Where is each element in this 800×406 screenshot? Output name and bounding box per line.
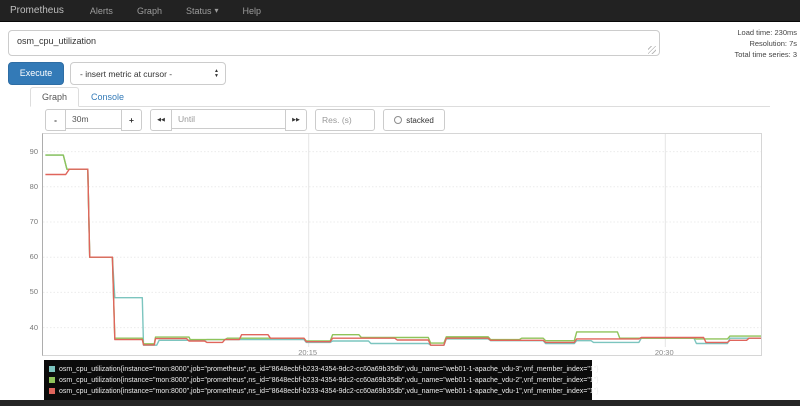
- y-tick-label: 50: [14, 287, 38, 296]
- execute-button[interactable]: Execute: [8, 62, 64, 85]
- brand-prometheus[interactable]: Prometheus: [0, 5, 78, 16]
- series-swatch-teal: [49, 366, 55, 372]
- nav-item-status[interactable]: Status ▾: [174, 6, 231, 16]
- y-tick-label: 80: [14, 182, 38, 191]
- graph-console-tabs: Graph Console: [30, 88, 770, 107]
- chart-legend: osm_cpu_utilization{instance="mon:8000",…: [44, 360, 592, 400]
- caret-down-icon: ▾: [214, 6, 218, 15]
- window-bottom-edge: [0, 400, 800, 406]
- textarea-resize-handle-icon[interactable]: [648, 46, 656, 54]
- range-input[interactable]: [66, 109, 121, 129]
- time-group: ◀◀ ▶▶: [150, 109, 307, 131]
- series-label: osm_cpu_utilization{instance="mon:8000",…: [59, 366, 599, 373]
- select-arrows-icon: ▲ ▼: [214, 69, 219, 78]
- range-group: - +: [45, 109, 142, 131]
- nav-item-label: Help: [242, 6, 261, 16]
- tab-graph[interactable]: Graph: [30, 87, 79, 107]
- tab-console[interactable]: Console: [79, 87, 136, 107]
- y-tick-label: 90: [14, 147, 38, 156]
- series-label: osm_cpu_utilization{instance="mon:8000",…: [59, 388, 599, 395]
- metric-select-value: - insert metric at cursor -: [80, 69, 214, 79]
- eval-stats: Load time: 230ms Resolution: 7s Total ti…: [677, 27, 797, 60]
- y-tick-label: 40: [14, 323, 38, 332]
- resolution-input[interactable]: [315, 109, 375, 131]
- nav-item-alerts[interactable]: Alerts: [78, 6, 125, 16]
- query-expression-input[interactable]: osm_cpu_utilization: [8, 30, 660, 56]
- stacked-checkbox-icon[interactable]: [394, 116, 402, 124]
- y-tick-label: 70: [14, 217, 38, 226]
- series-swatch-red: [49, 388, 55, 394]
- series-label: osm_cpu_utilization{instance="mon:8000",…: [59, 377, 599, 384]
- nav-item-graph[interactable]: Graph: [125, 6, 174, 16]
- navbar: Prometheus Alerts Graph Status ▾ Help: [0, 0, 800, 22]
- range-grow-button[interactable]: +: [121, 109, 142, 131]
- time-back-button[interactable]: ◀◀: [150, 109, 172, 131]
- time-forward-button[interactable]: ▶▶: [285, 109, 307, 131]
- series-swatch-green: [49, 377, 55, 383]
- resolution: Resolution: 7s: [677, 38, 797, 49]
- until-input[interactable]: [172, 109, 285, 129]
- y-tick-label: 60: [14, 252, 38, 261]
- total-time-series: Total time series: 3: [677, 49, 797, 60]
- chart-plot-area[interactable]: [42, 133, 762, 356]
- legend-item[interactable]: osm_cpu_utilization{instance="mon:8000",…: [49, 375, 587, 386]
- nav-item-label: Alerts: [90, 6, 113, 16]
- stacked-label: stacked: [406, 116, 434, 125]
- load-time: Load time: 230ms: [677, 27, 797, 38]
- legend-item[interactable]: osm_cpu_utilization{instance="mon:8000",…: [49, 364, 587, 375]
- stacked-toggle[interactable]: stacked: [383, 109, 445, 131]
- x-tick-label: 20:30: [644, 348, 684, 357]
- x-tick-label: 20:15: [288, 348, 328, 357]
- legend-item[interactable]: osm_cpu_utilization{instance="mon:8000",…: [49, 386, 587, 397]
- arrow-down-icon: ▼: [214, 74, 219, 79]
- nav-item-label: Status: [186, 6, 212, 16]
- line-chart[interactable]: [43, 134, 761, 347]
- graph-controls: - + ◀◀ ▶▶ stacked: [45, 109, 445, 131]
- nav-item-label: Graph: [137, 6, 162, 16]
- metric-select[interactable]: - insert metric at cursor - ▲ ▼: [70, 62, 226, 85]
- nav-item-help[interactable]: Help: [230, 6, 273, 16]
- range-shrink-button[interactable]: -: [45, 109, 66, 131]
- prometheus-app: Prometheus Alerts Graph Status ▾ Help os…: [0, 0, 800, 406]
